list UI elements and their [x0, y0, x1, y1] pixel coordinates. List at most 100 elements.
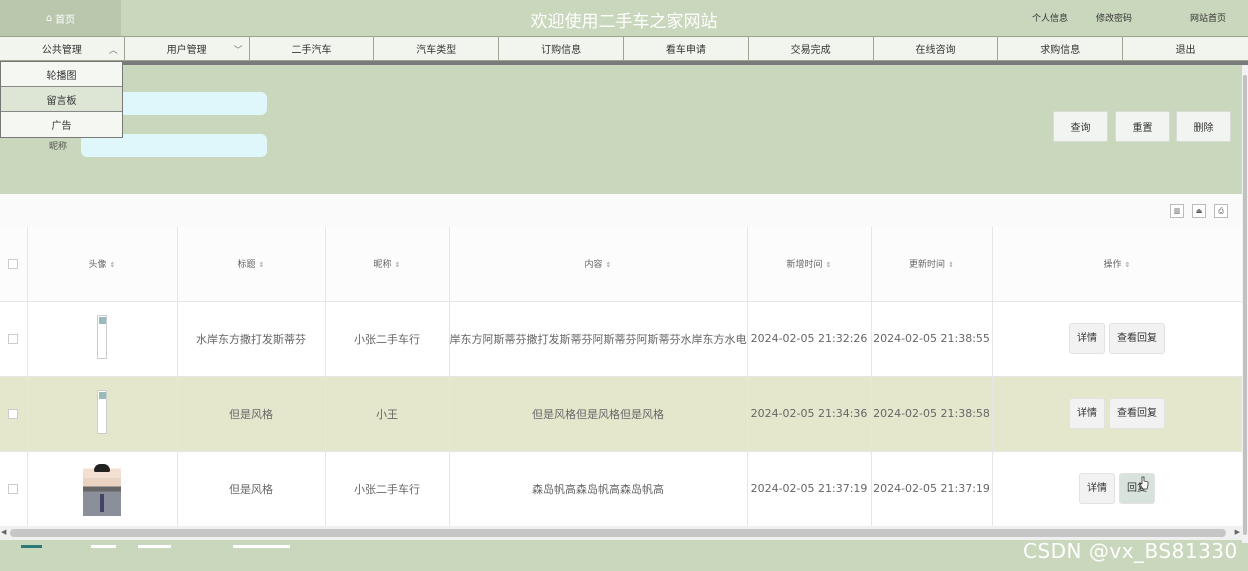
vertical-scroll-thumb[interactable] — [1243, 75, 1247, 535]
column-header[interactable]: 头像 ⇕ — [27, 227, 178, 302]
sort-icon: ⇕ — [948, 261, 954, 270]
dropdown-item-ads[interactable]: 广告 — [1, 112, 122, 137]
home-button[interactable]: ⌂ 首页 — [0, 0, 121, 36]
sort-icon: ⇕ — [1124, 261, 1131, 270]
table-row[interactable]: 但是风格 小张二手车行 森岛帆高森岛帆高森岛帆高 2024-02-05 21:3… — [0, 451, 1243, 527]
nav-label: 退出 — [1175, 45, 1196, 56]
chevron-up-icon: ︿ — [108, 46, 118, 56]
profile-link[interactable]: 个人信息 — [1032, 11, 1068, 24]
watermark: CSDN @vx_BS81330 — [1023, 539, 1238, 563]
column-header[interactable]: 新增时间 ⇕ — [747, 227, 872, 302]
main-nav: 公共管理 ︿ 用户管理 ﹀ 二手汽车 汽车类型 订购信息 看车申请 交易完成 在线咨… — [0, 36, 1248, 61]
change-password-link[interactable]: 修改密码 — [1096, 11, 1132, 24]
reply-button[interactable]: 回复 — [1119, 473, 1155, 504]
sort-icon: ⇕ — [109, 261, 116, 270]
message-table: 头像 ⇕ 标题 ⇕ 昵称 ⇕ 内容 ⇕ 新增时间 ⇕ 更新时间 ⇕ 操作 ⇕ 水岸东方撒打发斯… — [0, 227, 1243, 527]
nav-label: 交易完成 — [790, 45, 831, 56]
nav-item-user-management[interactable]: 用户管理 ﹀ — [125, 37, 250, 60]
created-cell: 2024-02-05 21:37:19 — [747, 451, 872, 527]
vertical-scrollbar[interactable] — [1242, 65, 1248, 543]
row-checkbox[interactable] — [8, 409, 19, 419]
pager-indicator-active[interactable] — [21, 545, 42, 548]
horizontal-scroll-thumb[interactable] — [10, 529, 1226, 537]
columns-icon[interactable]: ▥ — [1170, 204, 1184, 218]
horizontal-scrollbar[interactable]: ◀ ▶ — [0, 526, 1242, 540]
title-cell: 但是风格 — [177, 451, 326, 527]
view-reply-button[interactable]: 查看回复 — [1109, 323, 1165, 354]
view-reply-button[interactable]: 查看回复 — [1109, 398, 1165, 429]
pager-indicator[interactable] — [233, 545, 290, 548]
nav-label: 订购信息 — [541, 45, 582, 56]
column-header[interactable]: 昵称 ⇕ — [325, 227, 450, 302]
home-icon: ⌂ — [45, 12, 53, 24]
updated-cell: 2024-02-05 21:38:55 — [871, 301, 993, 377]
scroll-left-icon[interactable]: ◀ — [1, 528, 6, 536]
sort-icon: ⇕ — [258, 261, 265, 270]
sort-icon: ⇕ — [825, 261, 832, 270]
search-panel: 昵称 查询 重置 删除 — [0, 65, 1242, 194]
select-all-checkbox[interactable] — [8, 258, 19, 269]
top-bar: ⌂ 首页 欢迎使用二手车之家网站 个人信息 修改密码 网站首页 — [0, 0, 1248, 36]
avatar-photo — [83, 461, 121, 516]
content-cell: 但是风格但是风格但是风格 — [449, 376, 748, 452]
detail-button[interactable]: 详情 — [1079, 473, 1115, 504]
table-toolbar — [0, 194, 1242, 227]
nav-item-online-consult[interactable]: 在线咨询 — [874, 37, 999, 60]
sort-icon: ⇕ — [605, 261, 612, 270]
table-row[interactable]: 但是风格 小王 但是风格但是风格但是风格 2024-02-05 21:34:36… — [0, 376, 1243, 452]
delete-button[interactable]: 删除 — [1176, 111, 1231, 142]
created-cell: 2024-02-05 21:34:36 — [747, 376, 872, 452]
avatar-broken-image — [97, 315, 107, 359]
dropdown-item-carousel[interactable]: 轮播图 — [1, 62, 122, 87]
nickname-cell: 小张二手车行 — [325, 451, 450, 527]
nav-item-used-cars[interactable]: 二手汽车 — [250, 37, 375, 60]
query-button[interactable]: 查询 — [1053, 111, 1108, 142]
column-header[interactable]: 操作 ⇕ — [992, 227, 1243, 302]
print-icon[interactable]: ⎙ — [1214, 204, 1228, 218]
nav-item-purchase-requests[interactable]: 求购信息 — [998, 37, 1124, 60]
nickname-cell: 小王 — [325, 376, 450, 452]
row-checkbox[interactable] — [8, 334, 19, 344]
column-label: 内容 — [584, 260, 603, 271]
nav-item-public-management[interactable]: 公共管理 ︿ — [0, 37, 125, 60]
column-label: 标题 — [237, 260, 256, 271]
column-label: 操作 — [1103, 260, 1122, 271]
dropdown-item-message-board[interactable]: 留言板 — [1, 87, 122, 112]
pager-indicator[interactable] — [91, 545, 116, 548]
detail-button[interactable]: 详情 — [1069, 398, 1105, 429]
nav-label: 用户管理 — [166, 45, 207, 56]
export-icon[interactable]: ⏏ — [1192, 204, 1206, 218]
nav-label: 公共管理 — [41, 45, 82, 56]
table-row[interactable]: 水岸东方撒打发斯蒂芬 小张二手车行 岸东方阿斯蒂芬撒打发斯蒂芬阿斯蒂芬阿斯蒂芬水… — [0, 301, 1243, 377]
avatar-broken-image — [97, 390, 107, 434]
nav-item-completed-deals[interactable]: 交易完成 — [749, 37, 874, 60]
home-label: 首页 — [55, 14, 76, 26]
column-label: 头像 — [88, 260, 107, 271]
content-cell: 森岛帆高森岛帆高森岛帆高 — [449, 451, 748, 527]
column-header[interactable]: 内容 ⇕ — [449, 227, 748, 302]
nickname-cell: 小张二手车行 — [325, 301, 450, 377]
public-management-dropdown: 轮播图 留言板 广告 — [0, 61, 123, 138]
hand-cursor-icon — [1139, 476, 1149, 490]
nav-label: 二手汽车 — [291, 45, 332, 56]
detail-button[interactable]: 详情 — [1069, 323, 1105, 354]
nav-item-viewing-requests[interactable]: 看车申请 — [624, 37, 749, 60]
nav-item-car-types[interactable]: 汽车类型 — [374, 37, 500, 60]
column-header[interactable]: 更新时间 ⇕ — [871, 227, 993, 302]
nickname-label: 昵称 — [49, 142, 68, 152]
scroll-right-icon[interactable]: ▶ — [1235, 528, 1240, 536]
row-checkbox[interactable] — [8, 484, 19, 494]
chevron-down-icon: ﹀ — [233, 46, 243, 56]
pager-indicator[interactable] — [138, 545, 171, 548]
nav-label: 看车申请 — [665, 45, 706, 56]
site-home-link[interactable]: 网站首页 — [1190, 11, 1226, 24]
updated-cell: 2024-02-05 21:38:58 — [871, 376, 993, 452]
updated-cell: 2024-02-05 21:37:19 — [871, 451, 993, 527]
reset-button[interactable]: 重置 — [1115, 111, 1170, 142]
title-cell: 水岸东方撒打发斯蒂芬 — [177, 301, 326, 377]
select-all-cell[interactable] — [0, 227, 28, 302]
column-header[interactable]: 标题 ⇕ — [177, 227, 326, 302]
created-cell: 2024-02-05 21:32:26 — [747, 301, 872, 377]
nav-item-orders[interactable]: 订购信息 — [499, 37, 624, 60]
nav-item-logout[interactable]: 退出 — [1123, 37, 1248, 60]
